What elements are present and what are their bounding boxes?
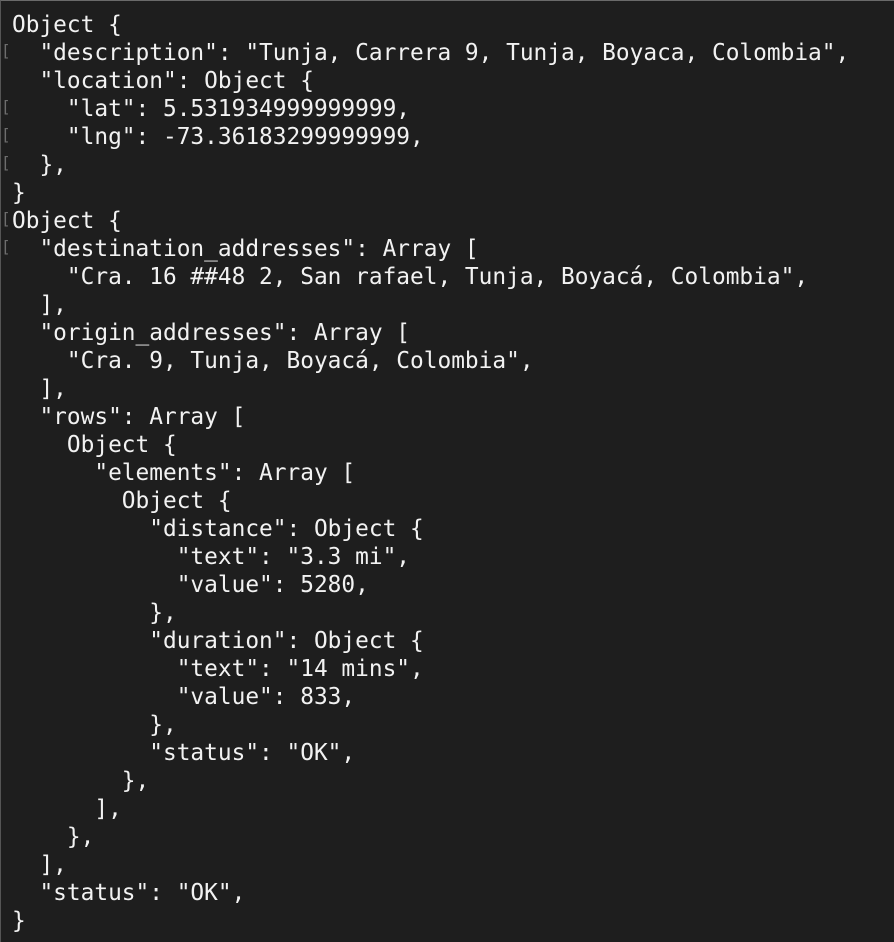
console-line-text: "text": "3.3 mi", bbox=[12, 544, 411, 570]
console-line: [ "lat": 5.531934999999999, bbox=[1, 95, 894, 123]
console-line: [ "lng": -73.36183299999999, bbox=[1, 123, 894, 151]
console-line-text: }, bbox=[12, 824, 95, 850]
console-line: ], bbox=[1, 851, 894, 879]
console-line: }, bbox=[1, 767, 894, 795]
console-line-text: "status": "OK", bbox=[12, 880, 246, 906]
console-line: ], bbox=[1, 375, 894, 403]
console-line: ], bbox=[1, 795, 894, 823]
console-line: "value": 833, bbox=[1, 683, 894, 711]
console-line: "distance": Object { bbox=[1, 515, 894, 543]
console-line-text: }, bbox=[12, 768, 150, 794]
console-line-text: Object { bbox=[12, 432, 177, 458]
console-line: "value": 5280, bbox=[1, 571, 894, 599]
collapse-bracket-icon[interactable]: [ bbox=[1, 123, 11, 151]
console-line-text: "distance": Object { bbox=[12, 516, 424, 542]
console-line-text: "Cra. 9, Tunja, Boyacá, Colombia", bbox=[12, 348, 534, 374]
console-line-text: "rows": Array [ bbox=[12, 404, 246, 430]
console-line-text: Object { bbox=[12, 488, 232, 514]
console-line: "Cra. 9, Tunja, Boyacá, Colombia", bbox=[1, 347, 894, 375]
console-line-text: }, bbox=[12, 152, 67, 178]
console-line: } bbox=[1, 179, 894, 207]
console-line: "status": "OK", bbox=[1, 879, 894, 907]
collapse-bracket-icon[interactable]: [ bbox=[1, 39, 11, 67]
console-line: [Object { bbox=[1, 207, 894, 235]
console-line: [ "description": "Tunja, Carrera 9, Tunj… bbox=[1, 39, 894, 67]
console-line: "Cra. 16 ##48 2, San rafael, Tunja, Boya… bbox=[1, 263, 894, 291]
console-line: "rows": Array [ bbox=[1, 403, 894, 431]
console-line-text: "duration": Object { bbox=[12, 628, 424, 654]
console-line: Object { bbox=[1, 431, 894, 459]
console-line-text: "elements": Array [ bbox=[12, 460, 356, 486]
console-line: "duration": Object { bbox=[1, 627, 894, 655]
console-line-text: ], bbox=[12, 376, 67, 402]
console-line-text: "destination_addresses": Array [ bbox=[12, 236, 479, 262]
console-line-text: Object { bbox=[12, 12, 122, 38]
console-line-text: } bbox=[12, 908, 26, 934]
console-line: }, bbox=[1, 599, 894, 627]
console-line: ], bbox=[1, 291, 894, 319]
console-line-text: "lng": -73.36183299999999, bbox=[12, 124, 424, 150]
console-line-text: "origin_addresses": Array [ bbox=[12, 320, 411, 346]
console-output[interactable]: Object {[ "description": "Tunja, Carrera… bbox=[1, 11, 894, 935]
console-line-text: ], bbox=[12, 796, 122, 822]
console-panel: Object {[ "description": "Tunja, Carrera… bbox=[0, 0, 894, 942]
console-line-text: ], bbox=[12, 852, 67, 878]
console-line: }, bbox=[1, 823, 894, 851]
console-line: }, bbox=[1, 711, 894, 739]
console-line-text: "value": 833, bbox=[12, 684, 356, 710]
console-line-text: "status": "OK", bbox=[12, 740, 356, 766]
console-line: Object { bbox=[1, 487, 894, 515]
console-line: } bbox=[1, 907, 894, 935]
console-line-text: }, bbox=[12, 712, 177, 738]
console-line-text: "Cra. 16 ##48 2, San rafael, Tunja, Boya… bbox=[12, 264, 809, 290]
console-line-text: "text": "14 mins", bbox=[12, 656, 424, 682]
console-line-text: "value": 5280, bbox=[12, 572, 369, 598]
console-line-text: "lat": 5.531934999999999, bbox=[12, 96, 411, 122]
console-line-text: "location": Object { bbox=[12, 68, 314, 94]
console-line-text: } bbox=[12, 180, 26, 206]
collapse-bracket-icon[interactable]: [ bbox=[1, 207, 11, 235]
console-line: "origin_addresses": Array [ bbox=[1, 319, 894, 347]
console-line-text: ], bbox=[12, 292, 67, 318]
console-line: "elements": Array [ bbox=[1, 459, 894, 487]
console-line: "text": "3.3 mi", bbox=[1, 543, 894, 571]
console-line-text: "description": "Tunja, Carrera 9, Tunja,… bbox=[12, 40, 850, 66]
console-line: "status": "OK", bbox=[1, 739, 894, 767]
console-line: [ "destination_addresses": Array [ bbox=[1, 235, 894, 263]
collapse-bracket-icon[interactable]: [ bbox=[1, 235, 11, 263]
console-line-text: Object { bbox=[12, 208, 122, 234]
collapse-bracket-icon[interactable]: [ bbox=[1, 95, 11, 123]
console-line-text: }, bbox=[12, 600, 177, 626]
collapse-bracket-icon[interactable]: [ bbox=[1, 151, 11, 179]
console-line: Object { bbox=[1, 11, 894, 39]
console-line: "text": "14 mins", bbox=[1, 655, 894, 683]
console-line: "location": Object { bbox=[1, 67, 894, 95]
console-line: [ }, bbox=[1, 151, 894, 179]
